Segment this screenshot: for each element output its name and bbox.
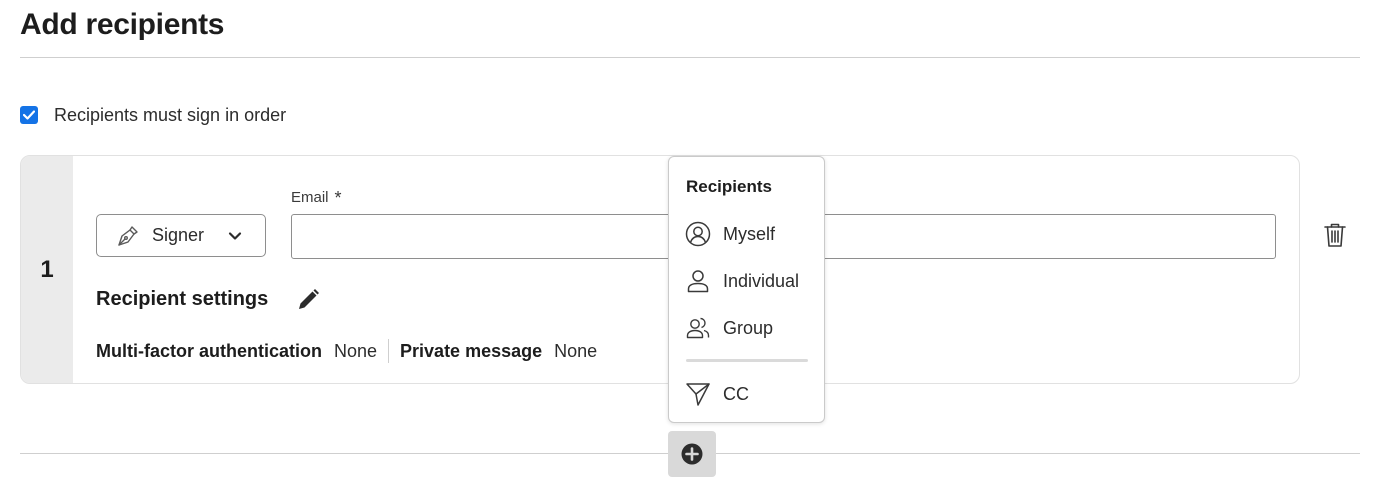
settings-divider	[388, 339, 390, 363]
user-icon	[687, 270, 709, 293]
recipients-menu-title: Recipients	[686, 177, 772, 196]
recipient-index: 1	[21, 156, 73, 383]
recipient-card: 1 Signer Email * Recipient settings Multi…	[20, 155, 1300, 384]
role-label: Signer	[152, 225, 205, 245]
page-title: Add recipients	[20, 8, 225, 41]
mfa-label: Multi-factor authentication	[96, 340, 322, 361]
required-marker: *	[334, 188, 342, 208]
recipient-settings-summary: Multi-factor authentication None Private…	[96, 339, 598, 363]
private-message-value: None	[554, 340, 598, 361]
trash-icon[interactable]	[1322, 221, 1348, 249]
send-icon	[686, 383, 710, 406]
menu-item-group[interactable]: Group	[685, 313, 773, 343]
mfa-value: None	[334, 340, 378, 361]
recipients-menu: Recipients Myself Individual Group CC	[668, 156, 825, 423]
pen-nib-icon	[118, 225, 138, 246]
header-divider	[20, 57, 1360, 58]
role-dropdown[interactable]: Signer	[96, 214, 266, 257]
menu-item-label: Myself	[723, 223, 776, 244]
plus-circle-icon	[681, 443, 703, 465]
email-label-text: Email	[291, 189, 329, 206]
menu-item-label: CC	[723, 383, 749, 404]
checkmark-icon	[23, 110, 35, 120]
email-field-label: Email *	[291, 186, 342, 208]
user-circle-icon	[685, 221, 711, 247]
chevron-down-icon	[228, 232, 242, 240]
sign-in-order-checkbox[interactable]	[20, 106, 38, 124]
menu-item-myself[interactable]: Myself	[685, 219, 775, 249]
menu-item-label: Group	[723, 317, 774, 338]
add-recipient-button[interactable]	[668, 431, 716, 477]
menu-divider	[686, 359, 808, 362]
recipient-settings-title: Recipient settings	[96, 288, 269, 310]
sign-in-order-label: Recipients must sign in order	[54, 104, 287, 125]
menu-item-individual[interactable]: Individual	[685, 266, 799, 296]
users-icon	[686, 317, 710, 339]
private-message-label: Private message	[400, 340, 543, 361]
pencil-icon[interactable]	[295, 287, 321, 313]
sign-in-order-option: Recipients must sign in order	[20, 104, 286, 126]
menu-item-label: Individual	[723, 270, 800, 291]
menu-item-cc[interactable]: CC	[685, 379, 749, 409]
